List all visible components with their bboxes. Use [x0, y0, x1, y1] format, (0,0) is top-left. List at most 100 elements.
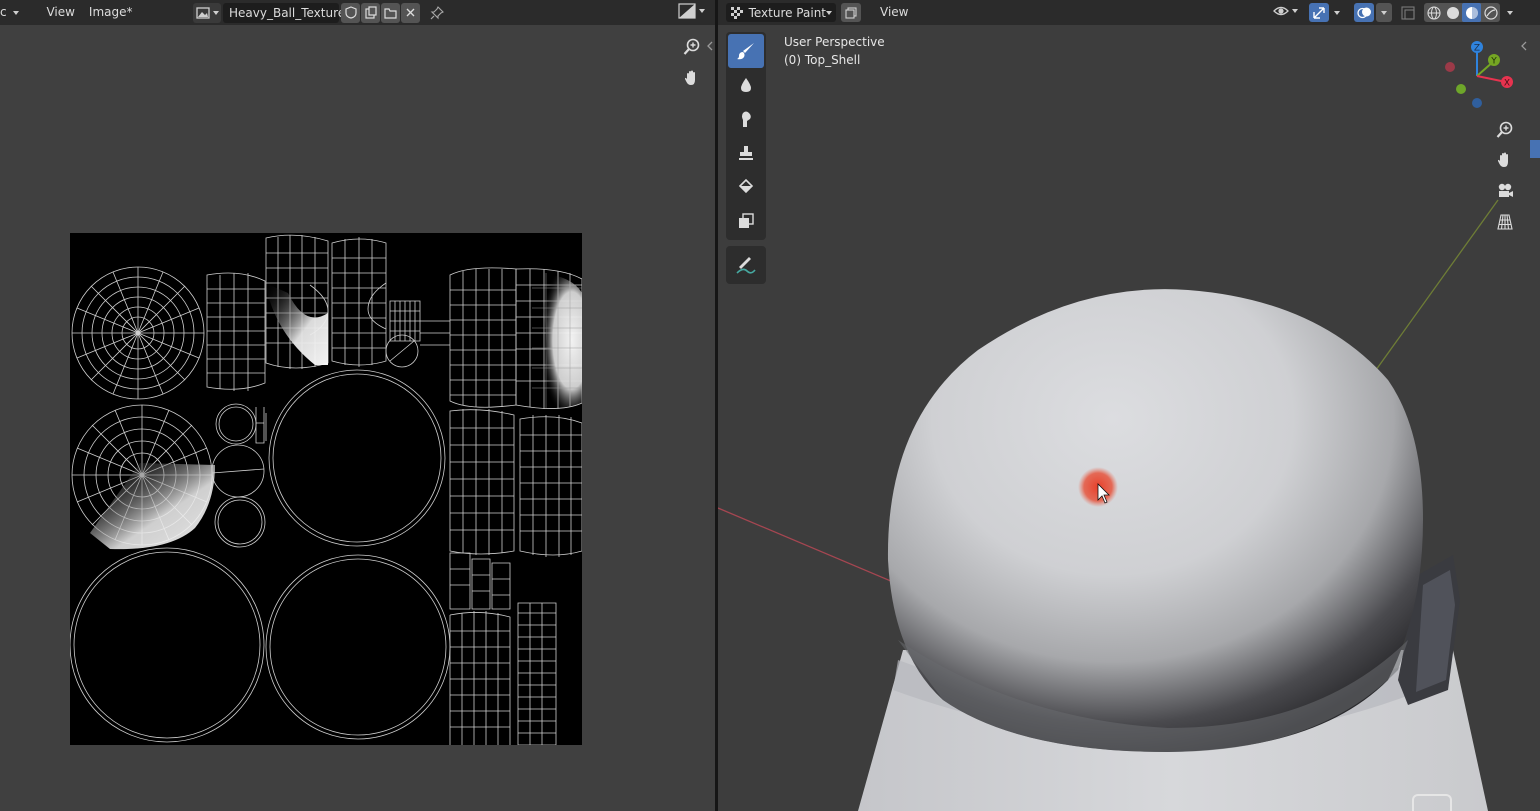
gizmo-toggle[interactable]	[1309, 3, 1329, 22]
annotate-tools	[726, 246, 766, 284]
sidebar-tab[interactable]	[1530, 140, 1540, 158]
tool-smear[interactable]	[728, 102, 764, 136]
shading-material[interactable]	[1462, 3, 1481, 22]
smear-finger-icon	[742, 111, 751, 127]
tool-draw[interactable]	[728, 34, 764, 68]
orientation-gizmo[interactable]: Z Y X	[1442, 36, 1532, 116]
sidebar-toggle-icon[interactable]	[706, 41, 714, 51]
annotate-pencil-icon	[736, 257, 756, 274]
hand-icon	[1497, 152, 1508, 167]
neg-z-axis-handle	[1472, 98, 1482, 108]
shading-solid[interactable]	[1443, 4, 1462, 22]
zoom-icon	[683, 38, 700, 55]
overlay-toggle[interactable]	[1354, 3, 1374, 22]
chevron-down-icon	[212, 10, 219, 15]
menu-image[interactable]: Image*	[82, 0, 140, 25]
shield-icon	[344, 6, 357, 19]
z-axis-label: Z	[1474, 44, 1480, 54]
menu-view[interactable]: View	[873, 0, 915, 25]
tool-annotate[interactable]	[728, 248, 764, 282]
watermark-logo	[1412, 794, 1452, 811]
shading-rendered[interactable]	[1481, 4, 1500, 22]
shading-wireframe[interactable]	[1424, 4, 1443, 22]
chevron-down-icon	[1292, 9, 1298, 13]
neg-y-axis-handle	[1456, 84, 1466, 94]
xray-toggle[interactable]	[1399, 4, 1417, 22]
pin-button[interactable]	[428, 4, 446, 22]
camera-view-button[interactable]	[1492, 178, 1518, 204]
hand-icon	[684, 70, 695, 85]
neg-x-axis-handle	[1445, 62, 1455, 72]
fake-user-button[interactable]	[341, 2, 360, 23]
display-channels-button[interactable]	[678, 3, 705, 19]
perspective-toggle-button[interactable]	[1492, 209, 1518, 235]
mode-label: Texture Paint	[748, 5, 826, 20]
zoom-view-button[interactable]	[1492, 117, 1518, 143]
active-object-label: (0) Top_Shell	[784, 53, 861, 67]
chevron-down-icon	[699, 9, 705, 13]
overlay-options[interactable]	[1376, 3, 1392, 22]
chevron-down-icon	[1334, 10, 1340, 15]
x-axis-line	[718, 507, 894, 583]
stack-icon	[845, 6, 857, 19]
stamp-icon	[739, 146, 753, 160]
color-alpha-icon	[678, 3, 696, 19]
viewport-header: Texture Paint View	[718, 0, 1540, 25]
menu-view[interactable]: View	[39, 0, 81, 25]
y-axis-label: Y	[1490, 57, 1497, 67]
sidebar-toggle-icon[interactable]	[1520, 41, 1528, 51]
wireframe-sphere-icon	[1426, 5, 1441, 20]
tool-fill[interactable]	[728, 170, 764, 204]
close-icon	[406, 8, 415, 17]
axis-gizmo: Z Y X	[1445, 41, 1513, 108]
overlay-dropdown[interactable]	[1354, 3, 1392, 22]
eye-icon	[1273, 6, 1289, 16]
overlay-icon	[1356, 7, 1371, 19]
tool-clone[interactable]	[728, 136, 764, 170]
paint-mask-toggle[interactable]	[841, 3, 861, 22]
editor-type-label: c	[0, 5, 7, 19]
image-name-field[interactable]: Heavy_Ball_Texture...	[223, 2, 357, 23]
tool-mask[interactable]	[728, 204, 764, 238]
draw-brush-icon	[737, 43, 754, 60]
image-editor-area[interactable]: c View Image* Heavy_Ball_Texture...	[0, 0, 715, 811]
xray-icon	[1401, 6, 1415, 20]
unlink-image-button[interactable]	[401, 2, 420, 23]
browse-image-button[interactable]	[193, 2, 221, 23]
grid-perspective-icon	[1497, 214, 1513, 230]
gizmo-dropdown[interactable]	[1309, 3, 1340, 22]
checker-brush-icon	[731, 6, 743, 19]
tool-shelf	[726, 32, 766, 284]
pan-view-button[interactable]	[1492, 147, 1518, 173]
mask-icon	[739, 213, 754, 228]
viewport-scene	[718, 199, 1499, 811]
visibility-dropdown[interactable]	[1273, 3, 1298, 19]
solid-sphere-icon	[1446, 6, 1459, 19]
shading-options-chevron-icon[interactable]	[1507, 11, 1513, 15]
shading-modes[interactable]	[1424, 3, 1500, 22]
chevron-down-icon	[13, 10, 20, 15]
editor-type-menu[interactable]: c	[0, 0, 21, 25]
folder-icon	[384, 7, 397, 19]
drop-icon	[741, 78, 751, 92]
open-image-button[interactable]	[381, 2, 400, 23]
rendered-sphere-icon	[1483, 5, 1498, 20]
perspective-label: User Perspective	[784, 35, 885, 49]
viewport-info: User Perspective (0) Top_Shell	[784, 33, 885, 69]
image-name-text: Heavy_Ball_Texture...	[229, 5, 357, 20]
mode-selector[interactable]: Texture Paint	[726, 3, 836, 22]
tool-soften[interactable]	[728, 68, 764, 102]
chevron-down-icon	[826, 10, 832, 15]
3d-viewport[interactable]: Texture Paint View User Perspective (0) …	[718, 0, 1540, 811]
pan-view-button[interactable]	[679, 65, 705, 91]
new-image-button[interactable]	[361, 2, 380, 23]
fill-bucket-icon	[738, 178, 754, 194]
image-editor-header: c View Image* Heavy_Ball_Texture...	[0, 0, 715, 25]
material-sphere-icon	[1465, 6, 1478, 19]
duplicate-icon	[364, 6, 377, 19]
x-axis-label: X	[1504, 79, 1510, 89]
chevron-down-icon	[1381, 10, 1387, 15]
zoom-view-button[interactable]	[679, 34, 705, 60]
uv-layout-canvas	[70, 234, 582, 745]
uv-texture-image[interactable]	[70, 233, 582, 745]
